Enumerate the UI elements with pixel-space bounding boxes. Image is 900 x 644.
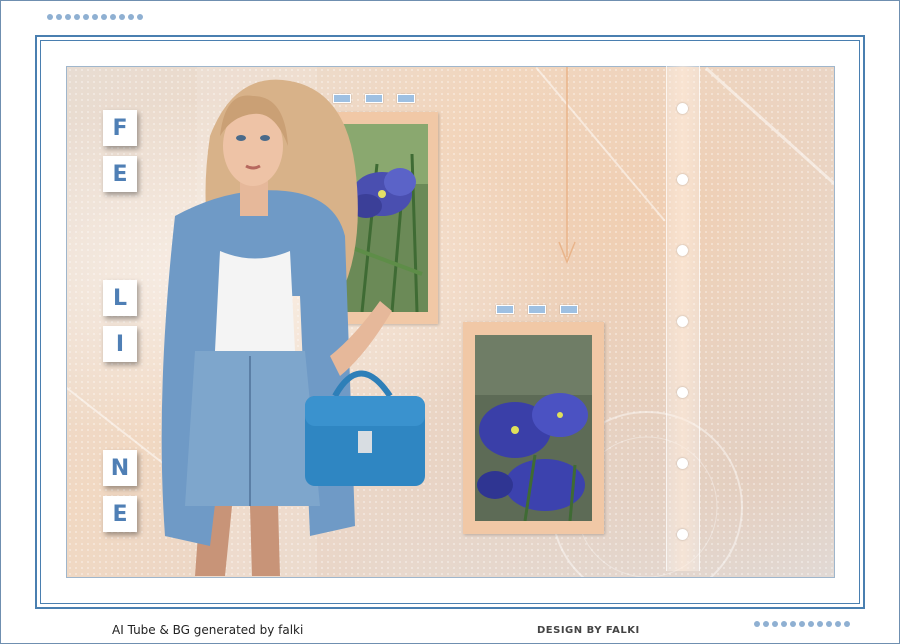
dot bbox=[817, 621, 823, 627]
dot bbox=[781, 621, 787, 627]
dot bbox=[110, 14, 116, 20]
strip-dot bbox=[677, 387, 688, 398]
design-credit: DESIGN BY FALKI bbox=[537, 625, 640, 636]
top-left-dot-row bbox=[47, 14, 143, 20]
dot bbox=[754, 621, 760, 627]
dot bbox=[763, 621, 769, 627]
dot bbox=[844, 621, 850, 627]
dot bbox=[137, 14, 143, 20]
dot bbox=[56, 14, 62, 20]
lower-tab-row bbox=[496, 305, 578, 314]
letter-tile-i: I bbox=[103, 326, 137, 362]
letter-tile-n: N bbox=[103, 450, 137, 486]
dot bbox=[826, 621, 832, 627]
dot bbox=[74, 14, 80, 20]
bottom-right-dot-row bbox=[754, 621, 850, 627]
woman-figure bbox=[161, 79, 425, 576]
dot bbox=[790, 621, 796, 627]
tab-marker bbox=[496, 305, 514, 314]
dot bbox=[835, 621, 841, 627]
letter-tile-e: E bbox=[103, 156, 137, 192]
lower-flower-photo bbox=[475, 335, 592, 521]
strip-dot bbox=[677, 458, 688, 469]
credit-caption: AI Tube & BG generated by falki bbox=[112, 623, 304, 637]
flower-illustration bbox=[475, 335, 592, 521]
tab-marker bbox=[560, 305, 578, 314]
strip-dot bbox=[677, 103, 688, 114]
dot bbox=[101, 14, 107, 20]
dot bbox=[799, 621, 805, 627]
strip-dot bbox=[677, 245, 688, 256]
dot bbox=[119, 14, 125, 20]
dot bbox=[83, 14, 89, 20]
strip-dot bbox=[677, 316, 688, 327]
dot bbox=[772, 621, 778, 627]
letter-tile-l: L bbox=[103, 280, 137, 316]
dot bbox=[65, 14, 71, 20]
dot bbox=[808, 621, 814, 627]
strip-dot bbox=[677, 174, 688, 185]
strip-dot bbox=[677, 529, 688, 540]
dot bbox=[128, 14, 134, 20]
letter-tile-f: F bbox=[103, 110, 137, 146]
tab-marker bbox=[528, 305, 546, 314]
dot bbox=[92, 14, 98, 20]
dot bbox=[47, 14, 53, 20]
letter-tile-e2: E bbox=[103, 496, 137, 532]
